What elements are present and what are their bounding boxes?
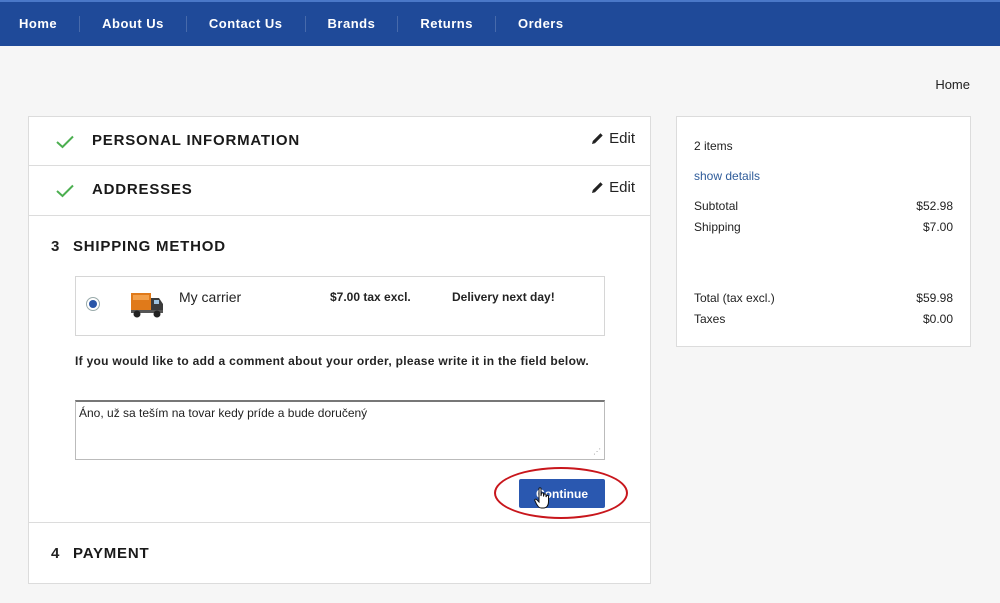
step-number: 4 bbox=[51, 545, 60, 562]
nav-item-home[interactable]: Home bbox=[0, 16, 81, 32]
summary-subtotal-row: Subtotal $52.98 bbox=[694, 199, 953, 213]
nav-item-brands[interactable]: Brands bbox=[306, 16, 399, 32]
textarea-resize-grip[interactable]: ⋰ bbox=[593, 447, 601, 456]
summary-show-details: show details bbox=[694, 169, 953, 183]
step-number: 3 bbox=[51, 238, 60, 255]
summary-total-row: Total (tax excl.) $59.98 bbox=[694, 291, 953, 305]
hand-cursor-icon bbox=[534, 487, 549, 509]
edit-addresses-link[interactable]: Edit bbox=[591, 179, 635, 196]
edit-label: Edit bbox=[609, 130, 635, 147]
truck-icon bbox=[131, 293, 163, 318]
step-title: PERSONAL INFORMATION bbox=[92, 132, 300, 149]
show-details-link[interactable]: show details bbox=[694, 169, 760, 183]
total-label: Total (tax excl.) bbox=[694, 291, 775, 305]
summary-shipping-row: Shipping $7.00 bbox=[694, 220, 953, 234]
shipping-label: Shipping bbox=[694, 220, 741, 234]
carrier-name: My carrier bbox=[179, 289, 242, 305]
step-payment: 4 PAYMENT bbox=[29, 523, 650, 583]
nav-item-returns[interactable]: Returns bbox=[398, 16, 496, 32]
taxes-value: $0.00 bbox=[922, 312, 953, 326]
items-count: 2 items bbox=[694, 139, 733, 153]
subtotal-label: Subtotal bbox=[694, 199, 739, 213]
carrier-price: $7.00 tax excl. bbox=[330, 290, 411, 304]
carrier-radio-button[interactable] bbox=[86, 297, 100, 311]
step-shipping-method: 3 SHIPPING METHOD My carrier $7.00 tax e… bbox=[29, 216, 650, 523]
breadcrumb[interactable]: Home bbox=[935, 77, 970, 92]
subtotal-value: $52.98 bbox=[916, 199, 953, 213]
summary-taxes-row: Taxes $0.00 bbox=[694, 312, 953, 326]
step-title: ADDRESSES bbox=[92, 181, 193, 198]
carrier-delay: Delivery next day! bbox=[452, 290, 555, 304]
step-personal-information: PERSONAL INFORMATION Edit bbox=[29, 117, 650, 166]
taxes-label: Taxes bbox=[694, 312, 726, 326]
order-comment-textarea[interactable]: Áno, už sa teším na tovar kedy príde a b… bbox=[75, 400, 605, 460]
pencil-icon bbox=[592, 133, 603, 144]
cart-summary: 2 items show details Subtotal $52.98 Shi… bbox=[676, 116, 971, 347]
checkmark-icon bbox=[56, 135, 74, 149]
comment-label: If you would like to add a comment about… bbox=[75, 354, 590, 368]
top-navigation: Home About Us Contact Us Brands Returns … bbox=[0, 0, 1000, 46]
edit-label: Edit bbox=[609, 179, 635, 196]
summary-items-count: 2 items bbox=[694, 139, 953, 153]
edit-personal-information-link[interactable]: Edit bbox=[591, 130, 635, 147]
step-addresses: ADDRESSES Edit bbox=[29, 166, 650, 216]
checkout-steps: PERSONAL INFORMATION Edit ADDRESSES Edit… bbox=[28, 116, 651, 584]
continue-button[interactable]: Continue bbox=[519, 479, 605, 508]
pencil-icon bbox=[592, 182, 603, 193]
nav-item-about-us[interactable]: About Us bbox=[80, 16, 187, 32]
nav-item-contact-us[interactable]: Contact Us bbox=[187, 16, 306, 32]
shipping-value: $7.00 bbox=[922, 220, 953, 234]
step-title: PAYMENT bbox=[73, 545, 150, 562]
nav-item-orders[interactable]: Orders bbox=[496, 16, 586, 32]
step-title: SHIPPING METHOD bbox=[73, 238, 226, 255]
carrier-option[interactable]: My carrier $7.00 tax excl. Delivery next… bbox=[75, 276, 605, 336]
checkmark-icon bbox=[56, 184, 74, 198]
total-value: $59.98 bbox=[916, 291, 953, 305]
